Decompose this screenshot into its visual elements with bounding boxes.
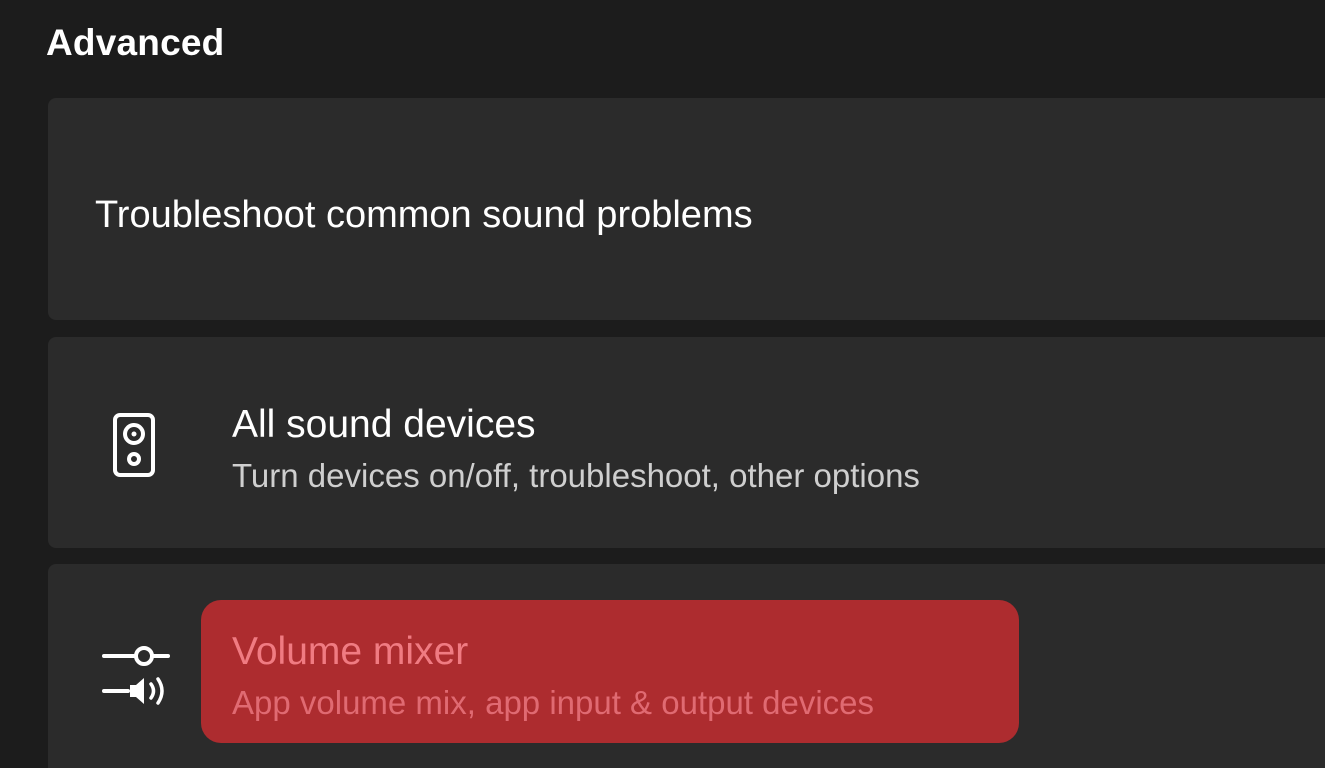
all-sound-devices-title: All sound devices (232, 403, 536, 446)
all-sound-devices-subtitle: Turn devices on/off, troubleshoot, other… (232, 457, 920, 494)
volume-mixer-icon (102, 643, 170, 707)
section-title: Advanced (46, 22, 225, 63)
all-sound-devices-row[interactable]: All sound devices Turn devices on/off, t… (48, 337, 1325, 548)
speaker-icon (112, 412, 156, 478)
settings-page: Advanced Troubleshoot common sound probl… (0, 0, 1325, 768)
troubleshoot-label: Troubleshoot common sound problems (95, 194, 753, 236)
volume-mixer-title: Volume mixer (232, 630, 469, 673)
volume-mixer-subtitle: App volume mix, app input & output devic… (232, 684, 875, 721)
volume-mixer-row[interactable]: Volume mixer App volume mix, app input &… (48, 564, 1325, 768)
troubleshoot-row[interactable]: Troubleshoot common sound problems (48, 98, 1325, 320)
